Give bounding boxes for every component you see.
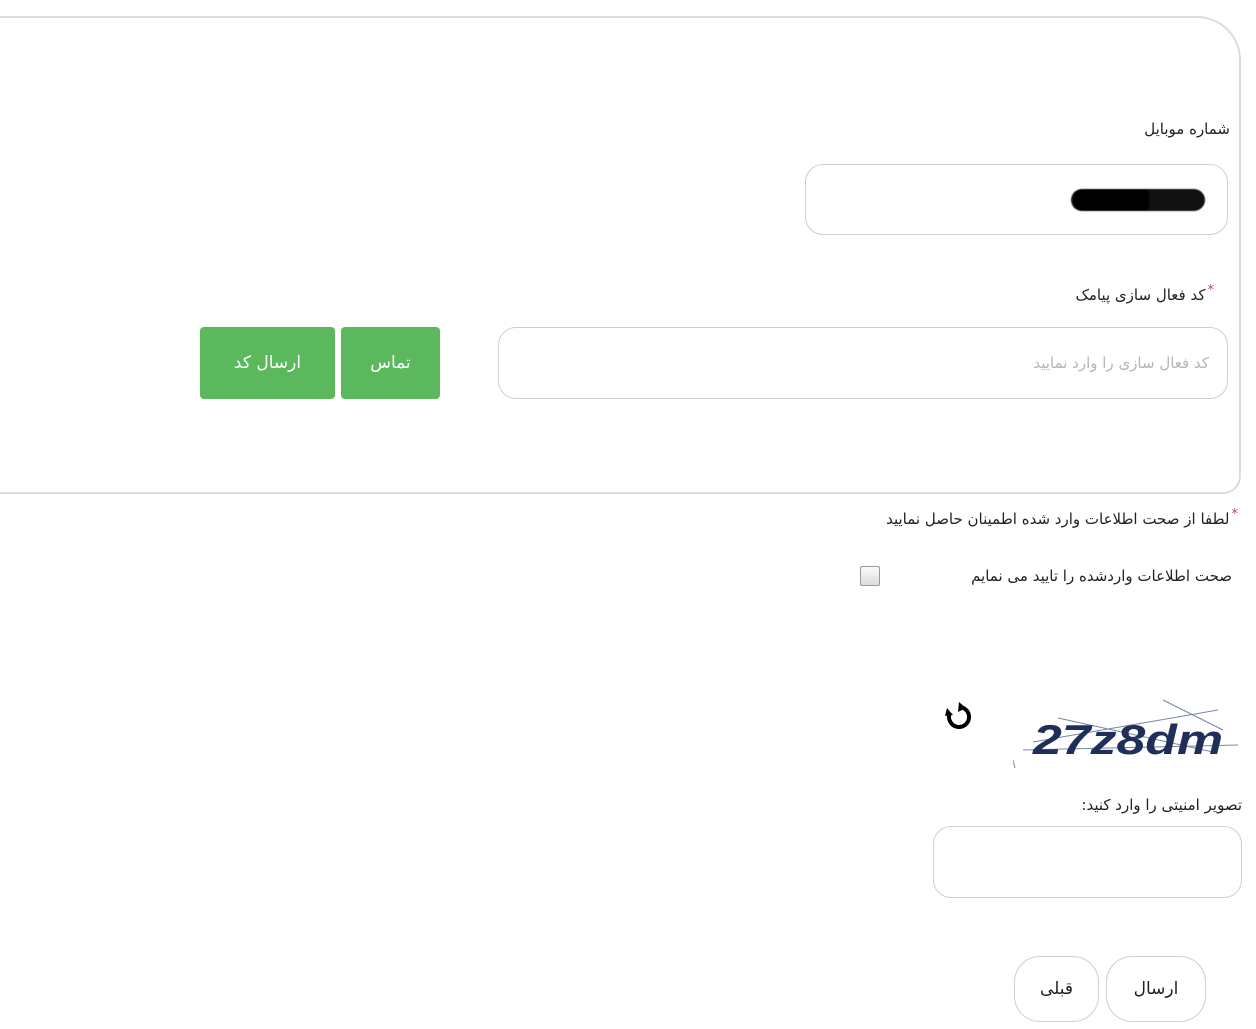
confirm-heading-text: لطفا از صحت اطلاعات وارد شده اطمینان حاص… xyxy=(886,510,1230,528)
mobile-field[interactable] xyxy=(805,164,1228,235)
required-star: * xyxy=(1207,283,1215,298)
submit-button[interactable]: ارسال xyxy=(1106,956,1206,1022)
sms-code-label-text: کد فعال سازی پیامک xyxy=(1075,286,1206,304)
mobile-masked-value xyxy=(1071,189,1205,211)
confirm-heading: *لطفا از صحت اطلاعات وارد شده اطمینان حا… xyxy=(886,507,1239,528)
mobile-label-text: شماره موبایل xyxy=(1144,120,1230,138)
required-star: * xyxy=(1231,507,1239,522)
confirm-checkbox[interactable] xyxy=(860,566,880,586)
send-code-button[interactable]: ارسال کد xyxy=(200,327,335,399)
sms-code-input[interactable] xyxy=(498,327,1228,399)
mobile-label: شماره موبایل xyxy=(1144,120,1230,138)
previous-button[interactable]: قبلی xyxy=(1014,956,1099,1022)
refresh-icon[interactable] xyxy=(944,702,974,732)
verification-panel xyxy=(0,16,1241,494)
captcha-text: 27z8dm xyxy=(1032,716,1223,763)
captcha-image: 27z8dm xyxy=(1013,690,1243,770)
call-button[interactable]: تماس xyxy=(341,327,440,399)
registration-page: شماره موبایل *کد فعال سازی پیامک ارسال ک… xyxy=(0,0,1256,1029)
sms-code-label: *کد فعال سازی پیامک xyxy=(1075,283,1215,304)
confirm-checkbox-label[interactable]: صحت اطلاعات واردشده را تایید می نمایم xyxy=(971,567,1232,585)
confirm-checkbox-text: صحت اطلاعات واردشده را تایید می نمایم xyxy=(971,567,1232,585)
captcha-input[interactable] xyxy=(933,826,1242,898)
captcha-label-text: تصویر امنیتی را وارد کنید: xyxy=(1081,796,1242,814)
captcha-label: تصویر امنیتی را وارد کنید: xyxy=(1081,796,1242,814)
